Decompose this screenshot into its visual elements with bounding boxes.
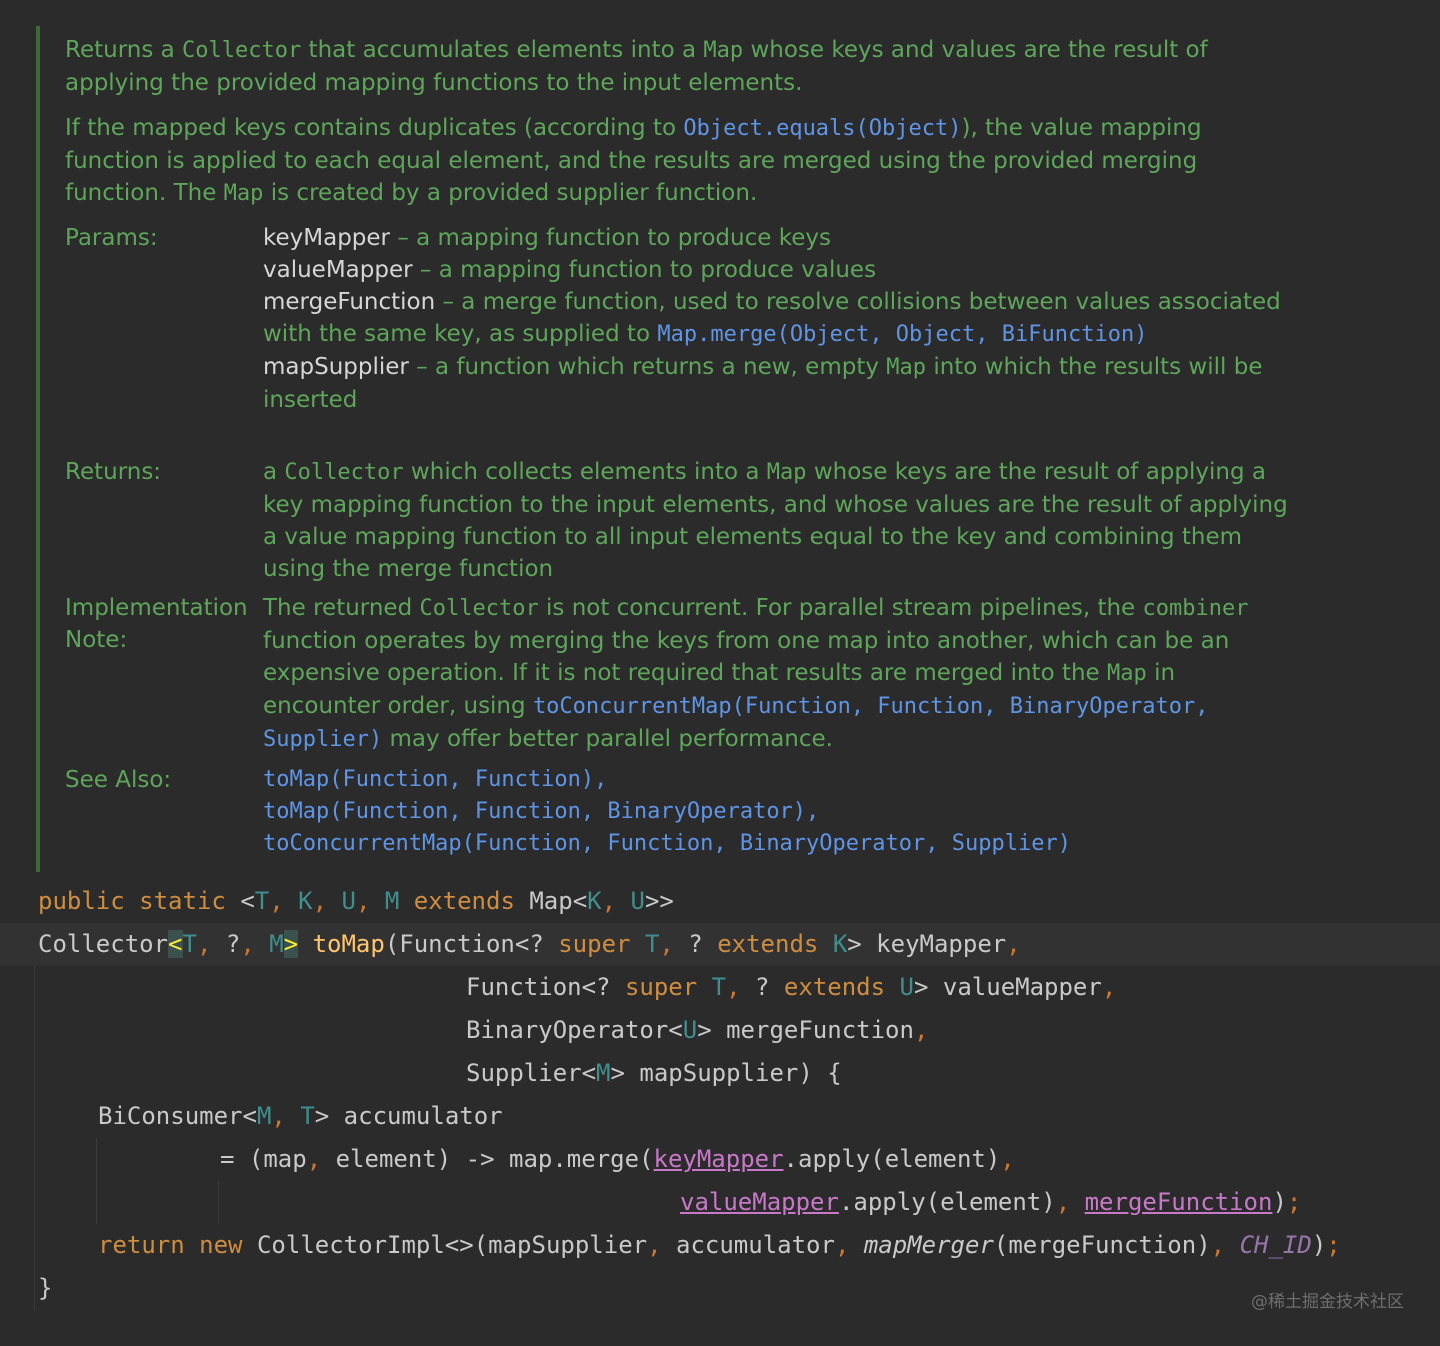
param-mergefunction: mergeFunction – a merge function, used t… (263, 289, 1281, 347)
param-valuemapper: valueMapper – a mapping function to prod… (263, 257, 877, 283)
code-line-8[interactable]: valueMapper.apply(element), mergeFunctio… (680, 1181, 1301, 1224)
link-map-merge[interactable]: Map.merge(Object, Object, BiFunction) (657, 322, 1147, 347)
code-editor[interactable]: public static <T, K, U, M extends Map<K,… (0, 878, 1440, 1318)
code-map: Map (703, 38, 744, 63)
code-line-9[interactable]: return new CollectorImpl<>(mapSupplier, … (98, 1224, 1341, 1267)
code-line-4[interactable]: BinaryOperator<U> mergeFunction, (466, 1009, 928, 1052)
indent-guide (96, 1138, 97, 1224)
param-mapsupplier: mapSupplier – a function which returns a… (263, 354, 1263, 413)
code-line-5[interactable]: Supplier<M> mapSupplier) { (466, 1052, 842, 1095)
indent-guide (218, 1181, 219, 1224)
impl-note-label: Implementation Note: (65, 595, 248, 653)
see-also-list: toMap(Function, Function), toMap(Functio… (263, 764, 1293, 860)
param-ref-valuemapper: valueMapper (680, 1188, 839, 1216)
doc-summary: Returns a Collector that accumulates ele… (65, 37, 1208, 96)
javadoc-panel: Returns a Collector that accumulates ele… (36, 26, 1420, 872)
brace-match-open: < (168, 930, 183, 958)
code-line-3[interactable]: Function<? super T, ? extends U> valueMa… (466, 966, 1116, 1009)
see-link-tomap[interactable]: toMap(Function, Function), (263, 764, 1293, 796)
brace-match-close: > (283, 930, 299, 958)
returns-text: a Collector which collects elements into… (263, 459, 1288, 582)
code-line-2[interactable]: Collector<T, ?, M> toMap(Function<? supe… (38, 923, 1021, 966)
indent-guide (34, 966, 35, 1311)
link-object-equals[interactable]: Object.equals(Object) (683, 116, 961, 141)
param-ref-keymapper: keyMapper (653, 1145, 784, 1173)
code-collector: Collector (182, 38, 302, 63)
doc-duplicates: If the mapped keys contains duplicates (… (65, 115, 1202, 206)
code-line-10[interactable]: } (38, 1267, 52, 1310)
code-line-7[interactable]: = (map, element) -> map.merge(keyMapper.… (220, 1138, 1015, 1181)
returns-label: Returns: (65, 459, 162, 485)
param-keymapper: keyMapper – a mapping function to produc… (263, 225, 831, 251)
code-map: Map (223, 181, 264, 206)
param-ref-mergefunction: mergeFunction (1084, 1188, 1273, 1216)
see-link-tomap-binary[interactable]: toMap(Function, Function, BinaryOperator… (263, 796, 1293, 828)
impl-note-text: The returned Collector is not concurrent… (263, 595, 1249, 752)
see-also-label: See Also: (65, 767, 172, 793)
params-label: Params: (65, 225, 158, 251)
code-line-1[interactable]: public static <T, K, U, M extends Map<K,… (38, 880, 674, 923)
watermark: @稀土掘金技术社区 (1251, 1292, 1404, 1312)
see-link-toconcurrentmap[interactable]: toConcurrentMap(Function, Function, Bina… (263, 828, 1293, 860)
code-line-6[interactable]: BiConsumer<M, T> accumulator (98, 1095, 503, 1138)
params-list: keyMapper – a mapping function to produc… (263, 222, 1293, 416)
